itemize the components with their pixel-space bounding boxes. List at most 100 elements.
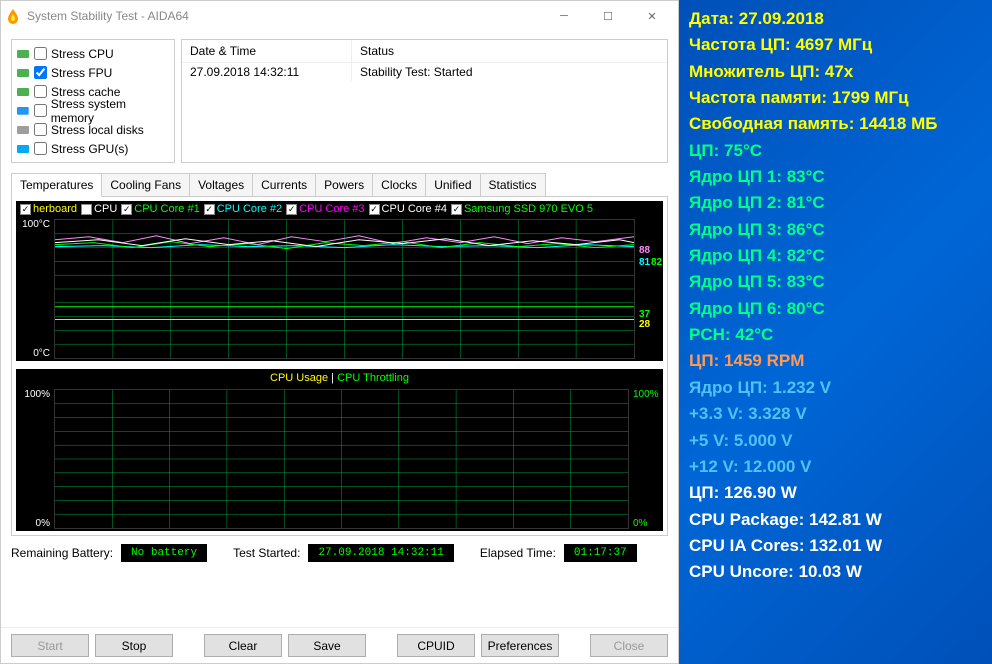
minimize-button[interactable]: ─ (542, 2, 586, 30)
close-dialog-button[interactable]: Close (590, 634, 668, 657)
sensor-line: CPU Uncore: 10.03 W (689, 559, 982, 585)
sensor-key: Свободная память: (689, 114, 854, 133)
tabs: TemperaturesCooling FansVoltagesCurrents… (11, 173, 668, 197)
tab-voltages[interactable]: Voltages (189, 173, 253, 197)
legend-checkbox[interactable] (81, 204, 92, 215)
status-row: Remaining Battery: No battery Test Start… (11, 544, 668, 562)
legend-item[interactable]: ✓CPU Core #4 (369, 203, 447, 215)
legend-checkbox[interactable]: ✓ (369, 204, 380, 215)
legend-item[interactable]: ✓CPU Core #1 (121, 203, 199, 215)
elapsed-value: 01:17:37 (564, 544, 637, 562)
log-panel: Date & Time Status 27.09.2018 14:32:11St… (181, 39, 668, 163)
legend-label: CPU Core #4 (382, 203, 447, 215)
tab-clocks[interactable]: Clocks (372, 173, 426, 197)
stress-option-5[interactable]: Stress GPU(s) (16, 139, 170, 158)
sensor-line: Ядро ЦП 5: 83°C (689, 269, 982, 295)
sensor-value: 1799 МГц (832, 88, 909, 107)
preferences-button[interactable]: Preferences (481, 634, 559, 657)
sensor-value: 86°C (787, 220, 825, 239)
stress-label: Stress CPU (51, 47, 114, 61)
sensor-line: ЦП: 126.90 W (689, 480, 982, 506)
legend-item[interactable]: ✓herboard (20, 203, 77, 215)
sensor-value: 83°C (787, 272, 825, 291)
temp-axis-top: 100°C (22, 219, 50, 230)
tab-powers[interactable]: Powers (315, 173, 373, 197)
temp-value-label: 28 (639, 319, 650, 330)
sensor-key: Дата: (689, 9, 734, 28)
legend-label: CPU Core #3 (299, 203, 364, 215)
legend-checkbox[interactable]: ✓ (20, 204, 31, 215)
sensor-value: 27.09.2018 (739, 9, 824, 28)
log-header-status[interactable]: Status (352, 40, 402, 62)
tab-cooling-fans[interactable]: Cooling Fans (101, 173, 190, 197)
sensor-value: 142.81 W (809, 510, 882, 529)
sensor-line: Ядро ЦП 2: 81°C (689, 190, 982, 216)
log-header-datetime[interactable]: Date & Time (182, 40, 352, 62)
sensor-line: ЦП: 1459 RPM (689, 348, 982, 374)
stress-checkbox[interactable] (34, 123, 47, 136)
sensor-value: 1.232 V (773, 378, 832, 397)
log-row[interactable]: 27.09.2018 14:32:11Stability Test: Start… (182, 63, 667, 81)
sensor-key: +5 V: (689, 431, 729, 450)
maximize-button[interactable]: ☐ (586, 2, 630, 30)
usage-right-top: 100% (633, 389, 659, 400)
sensor-line: ЦП: 75°C (689, 138, 982, 164)
legend-item[interactable]: ✓CPU Core #2 (204, 203, 282, 215)
close-button[interactable]: ✕ (630, 2, 674, 30)
tab-temperatures[interactable]: Temperatures (11, 173, 102, 197)
battery-label: Remaining Battery: (11, 546, 113, 560)
sensor-line: CPU IA Cores: 132.01 W (689, 533, 982, 559)
log-datetime: 27.09.2018 14:32:11 (182, 63, 352, 81)
legend-checkbox[interactable]: ✓ (121, 204, 132, 215)
sensor-key: Частота памяти: (689, 88, 827, 107)
clear-button[interactable]: Clear (204, 634, 282, 657)
usage-left-top: 100% (24, 389, 50, 400)
device-icon (16, 105, 30, 117)
sensor-line: Частота памяти: 1799 МГц (689, 85, 982, 111)
legend-item[interactable]: CPU (81, 203, 117, 215)
sensor-line: Свободная память: 14418 МБ (689, 111, 982, 137)
temp-value-label: 82 (651, 257, 662, 268)
stress-options-panel: Stress CPUStress FPUStress cacheStress s… (11, 39, 175, 163)
legend-checkbox[interactable]: ✓ (204, 204, 215, 215)
stop-button[interactable]: Stop (95, 634, 173, 657)
sensor-line: +3.3 V: 3.328 V (689, 401, 982, 427)
sensor-key: Множитель ЦП: (689, 62, 820, 81)
sensor-value: 126.90 W (724, 483, 797, 502)
sensor-key: Ядро ЦП 5: (689, 272, 782, 291)
sensor-value: 82°C (787, 246, 825, 265)
sensor-line: Множитель ЦП: 47x (689, 59, 982, 85)
sensor-line: +12 V: 12.000 V (689, 454, 982, 480)
app-icon (5, 8, 21, 24)
sensor-value: 81°C (787, 193, 825, 212)
stress-checkbox[interactable] (34, 142, 47, 155)
sensor-line: +5 V: 5.000 V (689, 428, 982, 454)
sensor-value: 75°C (724, 141, 762, 160)
start-button[interactable]: Start (11, 634, 89, 657)
stress-checkbox[interactable] (34, 66, 47, 79)
stress-option-3[interactable]: Stress system memory (16, 101, 170, 120)
temp-value-label: 81 (639, 257, 650, 268)
legend-label: CPU Core #2 (217, 203, 282, 215)
stress-checkbox[interactable] (34, 47, 47, 60)
legend-checkbox[interactable]: ✓ (451, 204, 462, 215)
tab-unified[interactable]: Unified (425, 173, 480, 197)
legend-checkbox[interactable]: ✓ (286, 204, 297, 215)
device-icon (16, 143, 30, 155)
cpuid-button[interactable]: CPUID (397, 634, 475, 657)
legend-label: CPU Core #1 (134, 203, 199, 215)
save-button[interactable]: Save (288, 634, 366, 657)
legend-item[interactable]: ✓CPU Core #3 (286, 203, 364, 215)
stress-checkbox[interactable] (34, 104, 47, 117)
stress-option-1[interactable]: Stress FPU (16, 63, 170, 82)
elapsed-label: Elapsed Time: (480, 546, 556, 560)
stress-option-0[interactable]: Stress CPU (16, 44, 170, 63)
stress-checkbox[interactable] (34, 85, 47, 98)
sensor-key: +12 V: (689, 457, 739, 476)
sensor-value: 12.000 V (743, 457, 811, 476)
stress-label: Stress FPU (51, 66, 112, 80)
stress-label: Stress local disks (51, 123, 144, 137)
tab-currents[interactable]: Currents (252, 173, 316, 197)
legend-item[interactable]: ✓Samsung SSD 970 EVO 5 (451, 203, 593, 215)
tab-statistics[interactable]: Statistics (480, 173, 546, 197)
